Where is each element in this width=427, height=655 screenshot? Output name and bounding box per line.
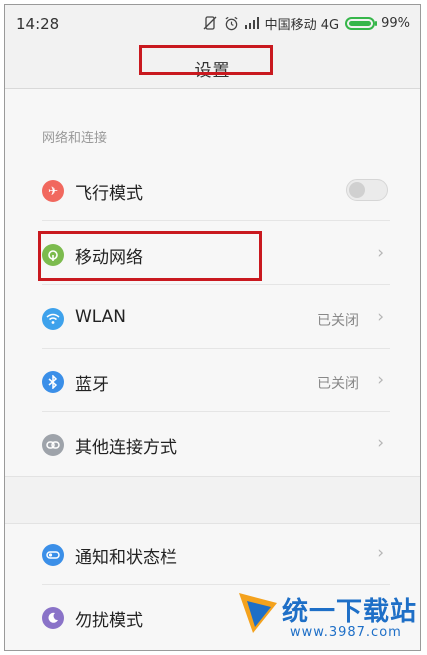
bluetooth-status: 已关闭 [317,376,359,392]
title-highlight-box [139,45,273,75]
wifi-icon [42,308,64,330]
setting-bluetooth[interactable]: 蓝牙 已关闭 › [5,350,420,412]
chevron-right-icon: › [377,307,384,327]
carrier-label: 中国移动 4G [264,17,340,33]
row-divider [42,411,390,412]
chevron-right-icon: › [377,433,384,453]
setting-wlan[interactable]: WLAN 已关闭 › [5,287,420,349]
setting-label: 其他连接方式 [75,438,177,458]
airplane-mode-toggle[interactable] [346,179,388,201]
watermark-name: 统一下载站 [282,597,418,627]
section-gap [5,476,420,524]
watermark-arrow-icon [239,593,277,633]
chevron-right-icon: › [377,243,384,263]
setting-label: 勿扰模式 [75,611,143,631]
signal-icon [244,17,259,29]
alarm-icon [225,16,238,30]
vibrate-off-icon [203,16,217,30]
chevron-right-icon: › [377,543,384,563]
mobile-network-highlight-box [38,231,262,281]
status-time: 14:28 [16,15,60,33]
setting-airplane-mode[interactable]: ✈ 飞行模式 [5,159,420,221]
setting-notification-statusbar[interactable]: 通知和状态栏 › [5,523,420,585]
watermark-url: www.3987.com [290,625,402,640]
wlan-status: 已关闭 [317,313,359,329]
status-bar: 14:28 中国移动 4G 99% [5,5,420,41]
watermark-logo: 统一下载站 www.3987.com [237,585,420,649]
row-divider [42,348,390,349]
battery-percent: 99% [381,15,410,31]
link-icon [42,434,64,456]
bluetooth-icon [42,371,64,393]
row-divider [42,284,390,285]
setting-label: 飞行模式 [75,184,143,204]
phone-frame: 14:28 中国移动 4G 99% 设置 网络和连接 ✈ 飞行模式 移动网络 ›… [4,4,421,651]
moon-icon [42,607,64,629]
section-label-network: 网络和连接 [42,131,108,146]
row-divider [42,220,390,221]
battery-icon [345,16,378,30]
airplane-icon: ✈ [42,180,64,202]
setting-other-connections[interactable]: 其他连接方式 › [5,413,420,475]
setting-label: 蓝牙 [75,375,109,395]
setting-label: WLAN [75,307,127,327]
notification-icon [42,544,64,566]
setting-label: 通知和状态栏 [75,548,177,568]
chevron-right-icon: › [377,370,384,390]
status-right: 中国移动 4G 99% [202,14,410,33]
